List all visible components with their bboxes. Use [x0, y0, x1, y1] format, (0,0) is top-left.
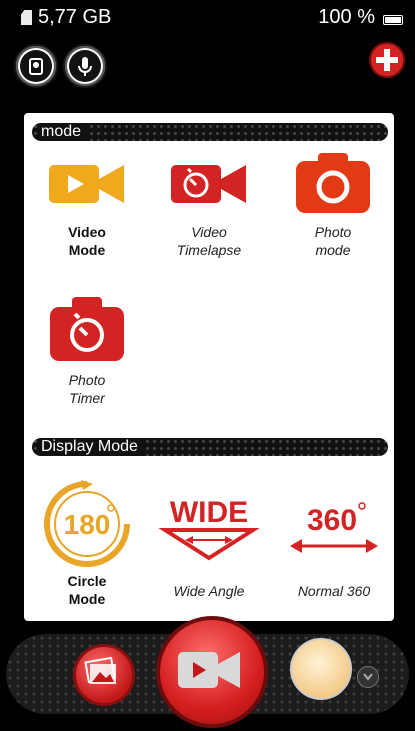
camera-switch-button[interactable]: [14, 44, 58, 88]
mode-panel: mode Video Mode Video Timelapse Photo mo…: [24, 113, 394, 621]
svg-text:WIDE: WIDE: [170, 496, 248, 529]
display-normal-360[interactable]: 360 Normal 360: [279, 488, 389, 600]
add-button[interactable]: [367, 40, 407, 80]
video-camera-icon: [49, 165, 124, 203]
timelapse-icon: [171, 165, 246, 203]
video-record-icon: [178, 652, 240, 688]
mode-photo-mode[interactable]: Photo mode: [278, 149, 388, 259]
mode-video-timelapse[interactable]: Video Timelapse: [154, 153, 264, 259]
battery-icon: [383, 15, 403, 25]
mode-section-header: mode: [32, 123, 388, 141]
photo-timer-icon: [50, 297, 124, 361]
gallery-icon: [84, 656, 116, 684]
storage-text: 5,77 GB: [38, 6, 112, 28]
status-bar: 5,77 GB 100 %: [0, 0, 415, 36]
mode-video-mode[interactable]: Video Mode: [32, 153, 142, 259]
microphone-button[interactable]: [63, 44, 107, 88]
expand-button[interactable]: [357, 666, 379, 688]
plus-icon: [369, 42, 405, 78]
microphone-icon: [69, 50, 101, 82]
mode-label-photo-timer: Photo Timer: [68, 372, 106, 406]
mode-photo-timer[interactable]: Photo Timer: [32, 293, 142, 407]
display-label-360: Normal 360: [297, 583, 371, 599]
mode-section-title: mode: [41, 123, 88, 141]
display-label-wide: Wide Angle: [173, 583, 245, 599]
normal-360-icon: 360: [290, 502, 378, 553]
display-section-header: Display Mode: [32, 438, 388, 456]
mode-label-timelapse: Video Timelapse: [176, 224, 242, 258]
photo-camera-icon: [296, 153, 370, 213]
sd-card-icon: [21, 10, 32, 25]
chevron-down-icon: [363, 673, 373, 681]
wide-angle-icon: WIDE: [158, 496, 260, 561]
gallery-button[interactable]: [73, 644, 135, 706]
battery-percentage: 100 %: [318, 6, 375, 28]
bottom-control-bar: [0, 616, 415, 731]
display-circle-mode[interactable]: 180 Circle Mode: [32, 478, 142, 608]
last-capture-thumbnail[interactable]: [290, 638, 352, 700]
display-label-circle: Circle Mode: [67, 573, 107, 607]
mode-label-photo: Photo mode: [314, 224, 352, 258]
camera-switch-icon: [20, 50, 52, 82]
display-section-title: Display Mode: [41, 438, 144, 456]
record-button[interactable]: [156, 616, 268, 728]
display-wide-angle[interactable]: WIDE Wide Angle: [154, 488, 264, 600]
svg-text:360: 360: [307, 504, 357, 537]
mode-label-video: Video Mode: [68, 224, 106, 258]
circle-180-icon: 180: [44, 480, 130, 567]
svg-text:180: 180: [64, 509, 111, 540]
